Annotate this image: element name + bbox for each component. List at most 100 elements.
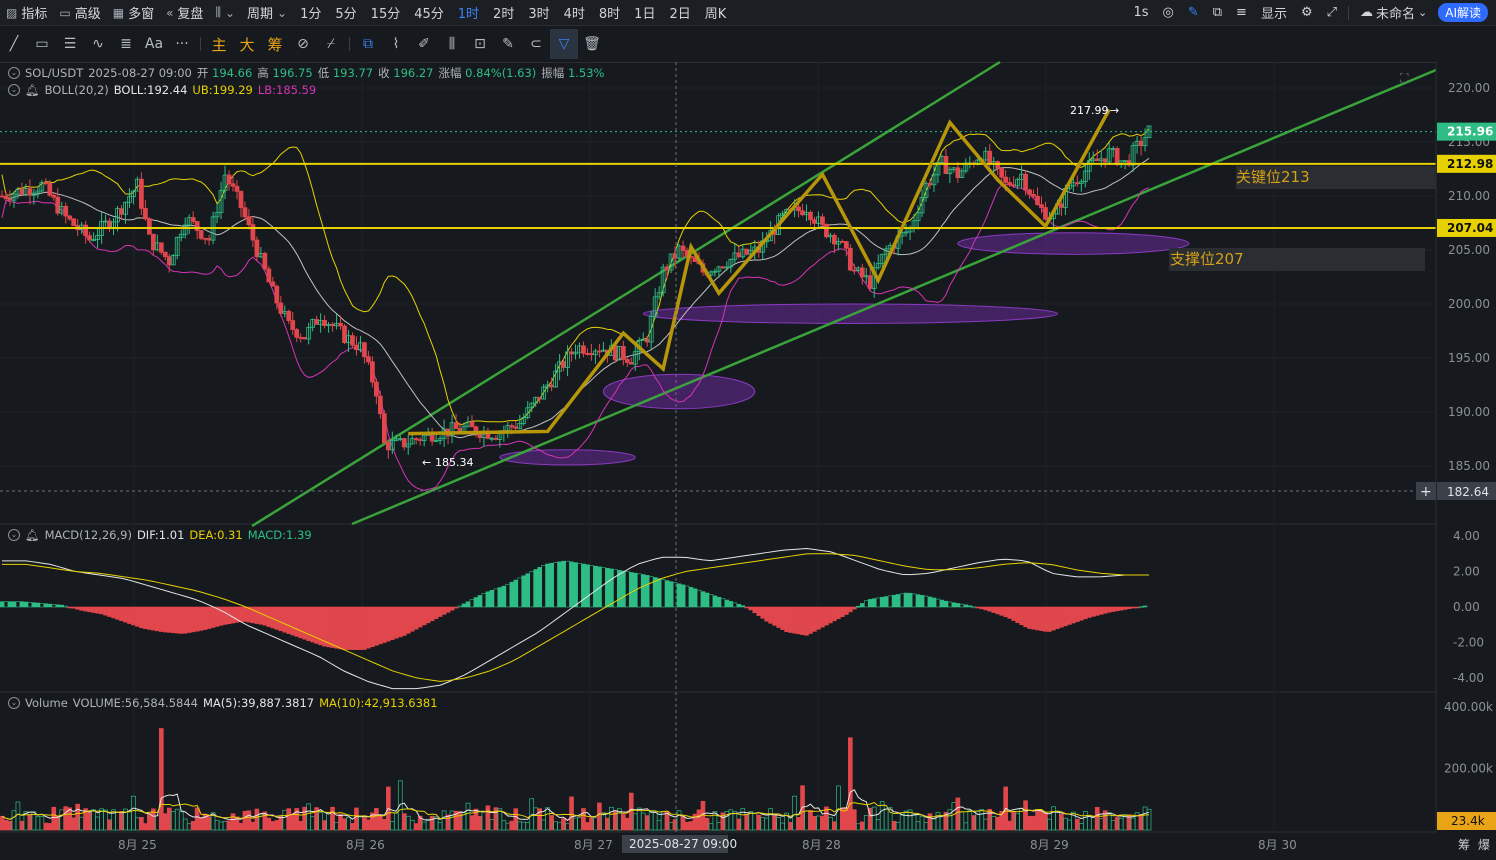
bell-icon[interactable]: 🔔︎ — [25, 528, 40, 542]
candle-body — [1035, 195, 1040, 206]
candle-body — [824, 224, 829, 238]
volume-bar — [1075, 818, 1080, 831]
ma5-value: MA(5):39,887.3817 — [202, 696, 315, 710]
candlesticks — [0, 125, 1152, 459]
macd-hist-bar — [425, 606, 431, 624]
macd-hist-bar — [545, 563, 550, 608]
volume-bar — [87, 811, 92, 831]
annotations: 关键位213 支撑位207 217.99 → ← 185.34 — [422, 104, 1436, 469]
volume-bar — [644, 815, 650, 831]
macd-hist-bar — [147, 606, 152, 630]
collapse-icon[interactable]: ⌄ — [8, 67, 20, 79]
candle-body — [342, 325, 347, 344]
macd-hist-bar — [684, 585, 690, 608]
volume-bar — [425, 818, 431, 831]
chart-canvas[interactable]: 220.00215.00210.00205.00200.00195.00190.… — [0, 0, 1496, 860]
volume-tick-label: 200.00k — [1444, 762, 1493, 776]
candle-body — [354, 344, 359, 351]
volume-bar — [477, 816, 483, 831]
macd-hist-bar — [863, 600, 869, 608]
volume-bar — [465, 802, 471, 831]
volume-bar — [668, 822, 674, 831]
candle-body — [1003, 176, 1009, 183]
volume-bar — [19, 820, 25, 831]
macd-hist-bar — [7, 601, 13, 608]
volume-bar — [549, 815, 554, 831]
collapse-icon[interactable]: ⌄ — [8, 84, 20, 96]
macd-hist-bar — [222, 606, 228, 625]
macd-hist-bar — [417, 606, 423, 628]
bell-icon[interactable]: 🔔︎ — [25, 83, 40, 97]
collapse-icon[interactable]: ⌄ — [8, 529, 20, 541]
macd-hist-bar — [617, 570, 622, 608]
volume-bar — [871, 806, 877, 831]
macd-hist-bar — [409, 606, 415, 632]
macd-hist-bar — [254, 606, 260, 624]
chip-footer[interactable]: 筹 — [1458, 838, 1470, 852]
volume-bar — [533, 807, 539, 831]
candle-body — [230, 183, 236, 187]
candle-body — [843, 241, 849, 249]
fit-icon[interactable]: ⛶ — [1399, 71, 1409, 85]
volume-bar — [222, 820, 228, 831]
macd-hist-bar — [390, 606, 395, 640]
volume-bar — [1007, 820, 1012, 831]
collapse-icon[interactable]: ⌄ — [8, 697, 20, 709]
volume-bar — [561, 818, 566, 831]
candle-body — [585, 352, 590, 355]
volume-bar — [441, 810, 447, 831]
macd-name: MACD(12,26,9) — [44, 528, 132, 542]
volume-bar — [139, 817, 144, 831]
volume-bar — [147, 813, 152, 831]
volume-bar — [1031, 815, 1036, 831]
candle-body — [374, 381, 379, 397]
volume-bar — [278, 815, 284, 831]
crosshair-time: 2025-08-27 09:00 — [629, 837, 737, 851]
macd-hist-bar — [565, 560, 570, 608]
macd-hist-bar — [15, 601, 21, 608]
macd-hist-bar — [1102, 606, 1108, 614]
candle-body — [350, 335, 355, 346]
macd-hist-bar — [1079, 606, 1084, 621]
macd-hist-bar — [1063, 606, 1068, 627]
highlight-ellipse — [642, 303, 1058, 324]
macd-hist-bar — [75, 606, 80, 610]
volume-bar — [764, 817, 770, 831]
volume-bar — [796, 817, 801, 831]
volume-bar — [820, 815, 825, 831]
volume-bar — [75, 803, 80, 831]
volume-bar — [939, 814, 945, 831]
macd-hist-bar — [79, 606, 84, 611]
volume-bar — [413, 823, 419, 831]
macd-hist-bar — [903, 592, 909, 608]
candle-body — [67, 215, 73, 220]
volume-bar — [131, 795, 136, 831]
volume-bar — [178, 811, 184, 831]
volume-bar — [35, 816, 41, 831]
macd-hist-bar — [398, 606, 403, 638]
price-label: 212.98 — [1447, 157, 1493, 171]
macd-hist-bar — [31, 602, 37, 608]
candle-body — [158, 242, 164, 253]
candle-body — [1011, 184, 1016, 187]
burst-footer[interactable]: 爆 — [1478, 838, 1490, 852]
candle-body — [71, 218, 77, 226]
macd-hist-bar — [71, 606, 76, 609]
volume-bar — [708, 823, 714, 831]
volume-bar — [1110, 820, 1116, 831]
macd-hist-bar — [131, 606, 136, 626]
volume-bar — [513, 808, 519, 831]
macd-hist-bar — [294, 606, 299, 637]
macd-hist-bar — [178, 606, 184, 634]
macd-hist-bar — [728, 601, 734, 608]
volume-bar — [887, 807, 893, 831]
macd-hist-bar — [640, 574, 646, 608]
macd-tick-label: -2.00 — [1453, 636, 1484, 650]
macd-hist-bar — [987, 606, 992, 612]
macd-hist-bar — [644, 575, 650, 608]
volume-bar — [330, 806, 335, 831]
macd-hist-bar — [776, 606, 781, 628]
macd-hist-bar — [370, 606, 375, 648]
plus-icon[interactable]: + — [1420, 484, 1432, 500]
candle-body — [927, 182, 933, 186]
